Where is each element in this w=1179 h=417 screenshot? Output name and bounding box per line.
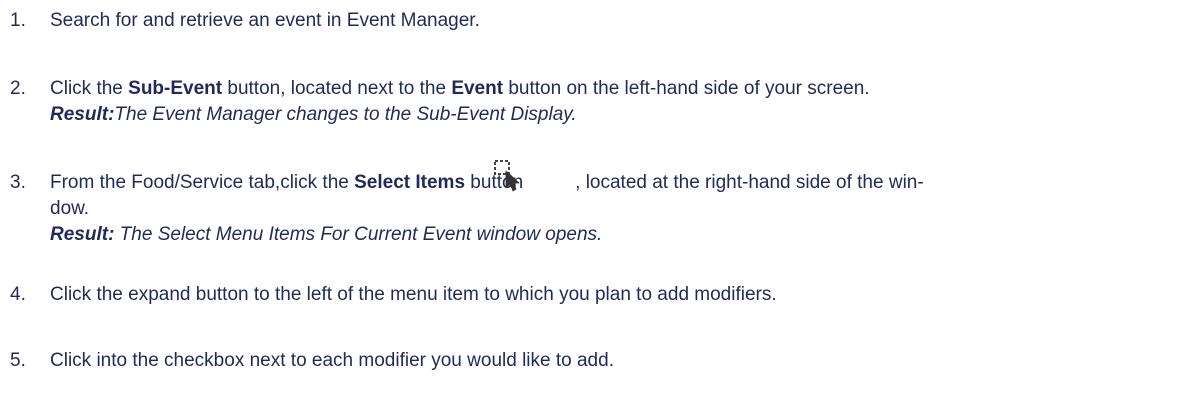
step-number: 2. [10,78,26,99]
select-items-button-label: Select Items [354,172,466,193]
step-text: Click the expand button to the left of t… [50,284,777,305]
step-text: Search for and retrieve an event in Even… [50,10,480,31]
event-button-label: Event [451,78,504,99]
result-label: Result: [50,104,115,125]
step-result: Result: The Select Menu Items For Curren… [50,224,603,245]
step-number: 1. [10,10,26,31]
step-number: 4. [10,284,26,305]
select-items-cursor-icon [494,160,520,192]
step-number: 3. [10,172,26,193]
step-5: 5. Click into the checkbox next to each … [10,348,1170,374]
step-text: Click the Sub-Event button, located next… [50,78,870,99]
step-result: Result:The Event Manager changes to the … [50,104,577,125]
step-4: 4. Click the expand button to the left o… [10,282,1170,308]
step-text-continued: dow. [50,198,90,219]
sub-event-button-label: Sub-Event [128,78,223,99]
result-label: Result: [50,224,115,245]
step-3: 3. From the Food/Service tab,click the S… [10,170,1170,248]
step-text: From the Food/Service tab,click the Sele… [50,172,924,193]
step-2: 2. Click the Sub-Event button, located n… [10,76,1170,128]
step-number: 5. [10,350,26,371]
step-text: Click into the checkbox next to each mod… [50,350,614,371]
step-1: 1. Search for and retrieve an event in E… [10,8,1170,34]
